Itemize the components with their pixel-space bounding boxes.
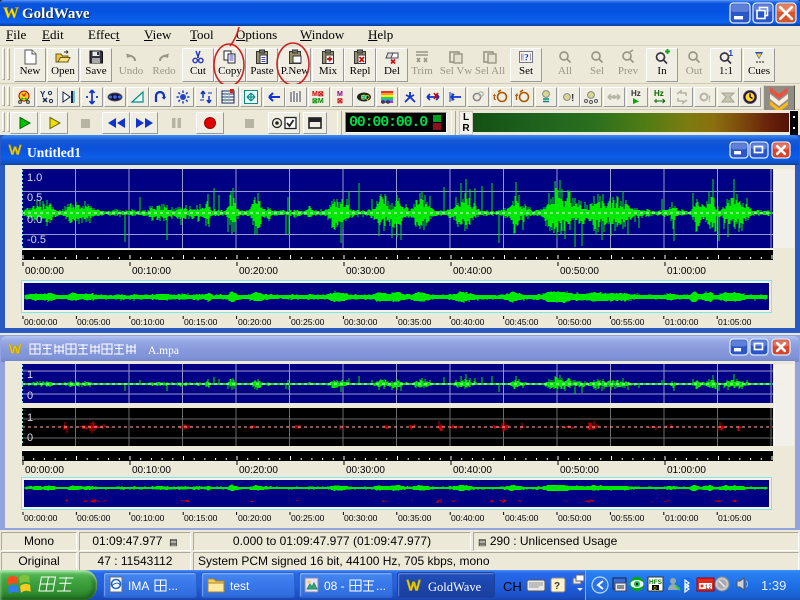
svg-text:1:39: 1:39 [761,578,786,593]
svg-text:CH: CH [503,579,522,594]
svg-text:12: 12 [705,585,712,591]
svg-text:HFS: HFS [649,579,663,586]
svg-text:?: ? [554,581,560,592]
svg-text:0: 0 [654,586,657,592]
